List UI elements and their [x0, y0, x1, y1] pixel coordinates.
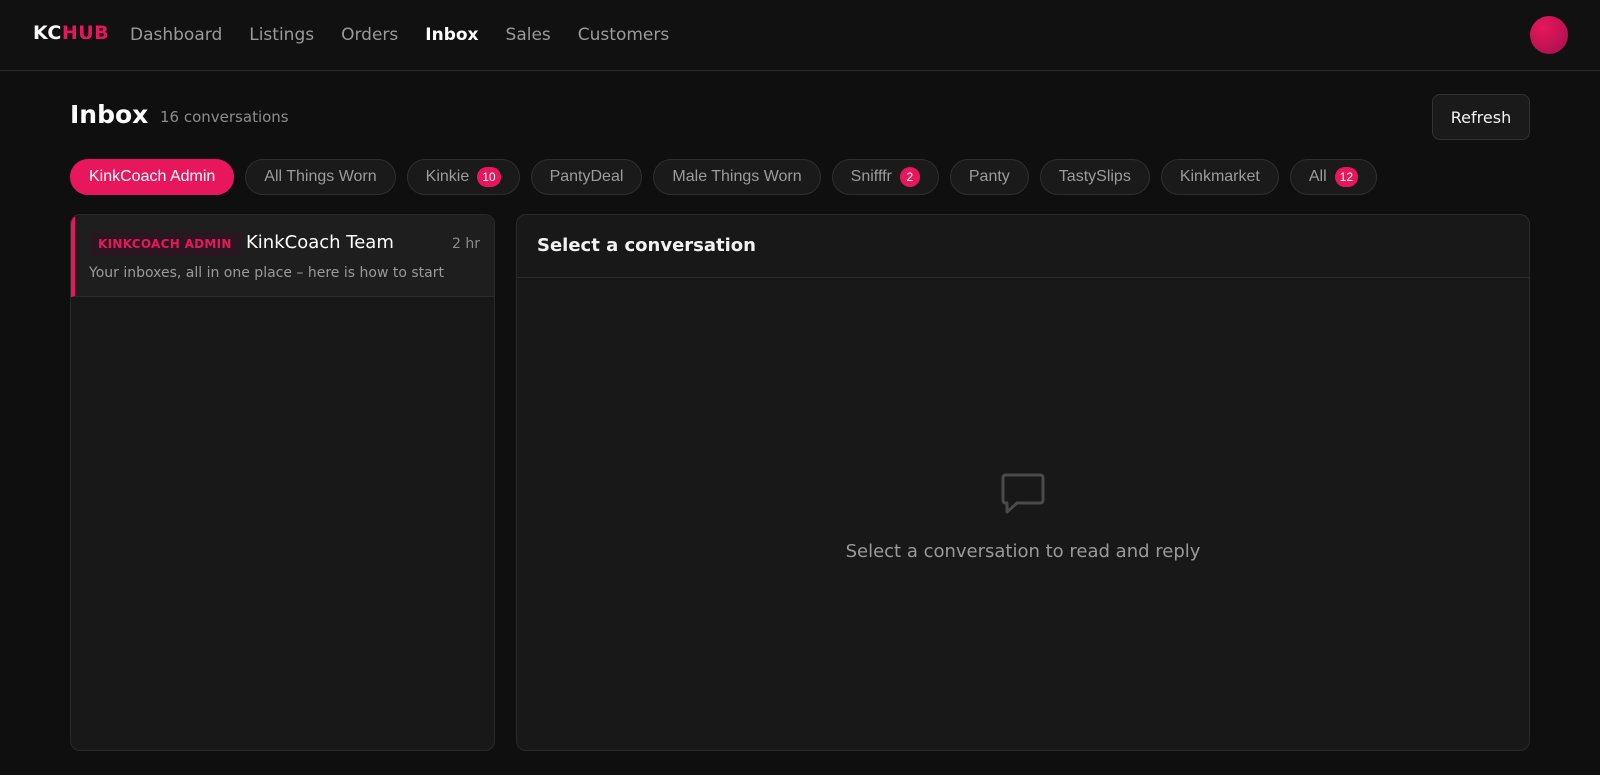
- conversation-preview: Your inboxes, all in one place – here is…: [89, 265, 444, 281]
- source-tag: KINKCOACH ADMIN: [89, 232, 241, 256]
- conversation-list: KINKCOACH ADMIN KinkCoach Team 2 hr Your…: [70, 214, 495, 751]
- filter-kinkmarket[interactable]: Kinkmarket: [1160, 159, 1279, 195]
- user-avatar[interactable]: [1530, 16, 1568, 54]
- empty-state-text: Select a conversation to read and reply: [845, 541, 1201, 562]
- conversation-sender: KinkCoach Team: [246, 232, 394, 253]
- nav-inbox[interactable]: Inbox: [425, 25, 478, 45]
- logo-kc: KC: [33, 22, 62, 44]
- filter-label: Panty: [968, 168, 1010, 185]
- unread-badge: 10: [477, 167, 501, 187]
- conversation-time: 2 hr: [452, 236, 480, 252]
- filter-label: Snifffr: [850, 168, 892, 185]
- filter-label: Kinkmarket: [1179, 168, 1260, 185]
- filter-all[interactable]: All 12: [1289, 159, 1377, 195]
- detail-header: Select a conversation: [517, 215, 1529, 278]
- filter-snifffr[interactable]: Snifffr 2: [831, 159, 939, 195]
- top-navbar: KCHUB Dashboard Listings Orders Inbox Sa…: [0, 0, 1600, 71]
- filter-tastyslips[interactable]: TastySlips: [1039, 159, 1150, 195]
- filter-male-things-worn[interactable]: Male Things Worn: [653, 159, 821, 195]
- nav-orders[interactable]: Orders: [341, 25, 398, 45]
- conversation-item[interactable]: KINKCOACH ADMIN KinkCoach Team 2 hr Your…: [71, 215, 494, 297]
- filter-kinkie[interactable]: Kinkie 10: [406, 159, 520, 195]
- conversation-count: 16 conversations: [160, 108, 289, 126]
- page-title: Inbox: [70, 100, 149, 129]
- filter-label: All Things Worn: [264, 168, 377, 185]
- nav-sales[interactable]: Sales: [506, 25, 551, 45]
- refresh-button[interactable]: Refresh: [1432, 94, 1530, 140]
- filter-label: Kinkie: [425, 168, 470, 185]
- detail-title: Select a conversation: [537, 235, 756, 256]
- filter-label: TastySlips: [1058, 168, 1131, 185]
- filter-label: KinkCoach Admin: [89, 168, 216, 185]
- nav-customers[interactable]: Customers: [578, 25, 669, 45]
- filter-label: All: [1308, 168, 1327, 185]
- filter-label: PantyDeal: [549, 168, 624, 185]
- filter-all-things-worn[interactable]: All Things Worn: [245, 159, 396, 195]
- filter-label: Male Things Worn: [672, 168, 802, 185]
- conversation-detail: Select a conversation Select a conversat…: [516, 214, 1530, 751]
- filter-kinkcoach-admin[interactable]: KinkCoach Admin: [70, 159, 235, 195]
- unread-badge: 2: [899, 167, 920, 187]
- main-nav: Dashboard Listings Orders Inbox Sales Cu…: [130, 0, 696, 70]
- source-filter-bar: KinkCoach Admin All Things Worn Kinkie 1…: [70, 159, 1388, 195]
- unread-badge: 12: [1334, 167, 1358, 187]
- filter-panty[interactable]: Panty: [949, 159, 1029, 195]
- app-logo[interactable]: KCHUB: [33, 22, 109, 44]
- filter-pantydeal[interactable]: PantyDeal: [530, 159, 643, 195]
- chat-bubble-icon: [1001, 473, 1045, 514]
- logo-hub: HUB: [61, 22, 110, 44]
- nav-listings[interactable]: Listings: [249, 25, 314, 45]
- nav-dashboard[interactable]: Dashboard: [130, 25, 222, 45]
